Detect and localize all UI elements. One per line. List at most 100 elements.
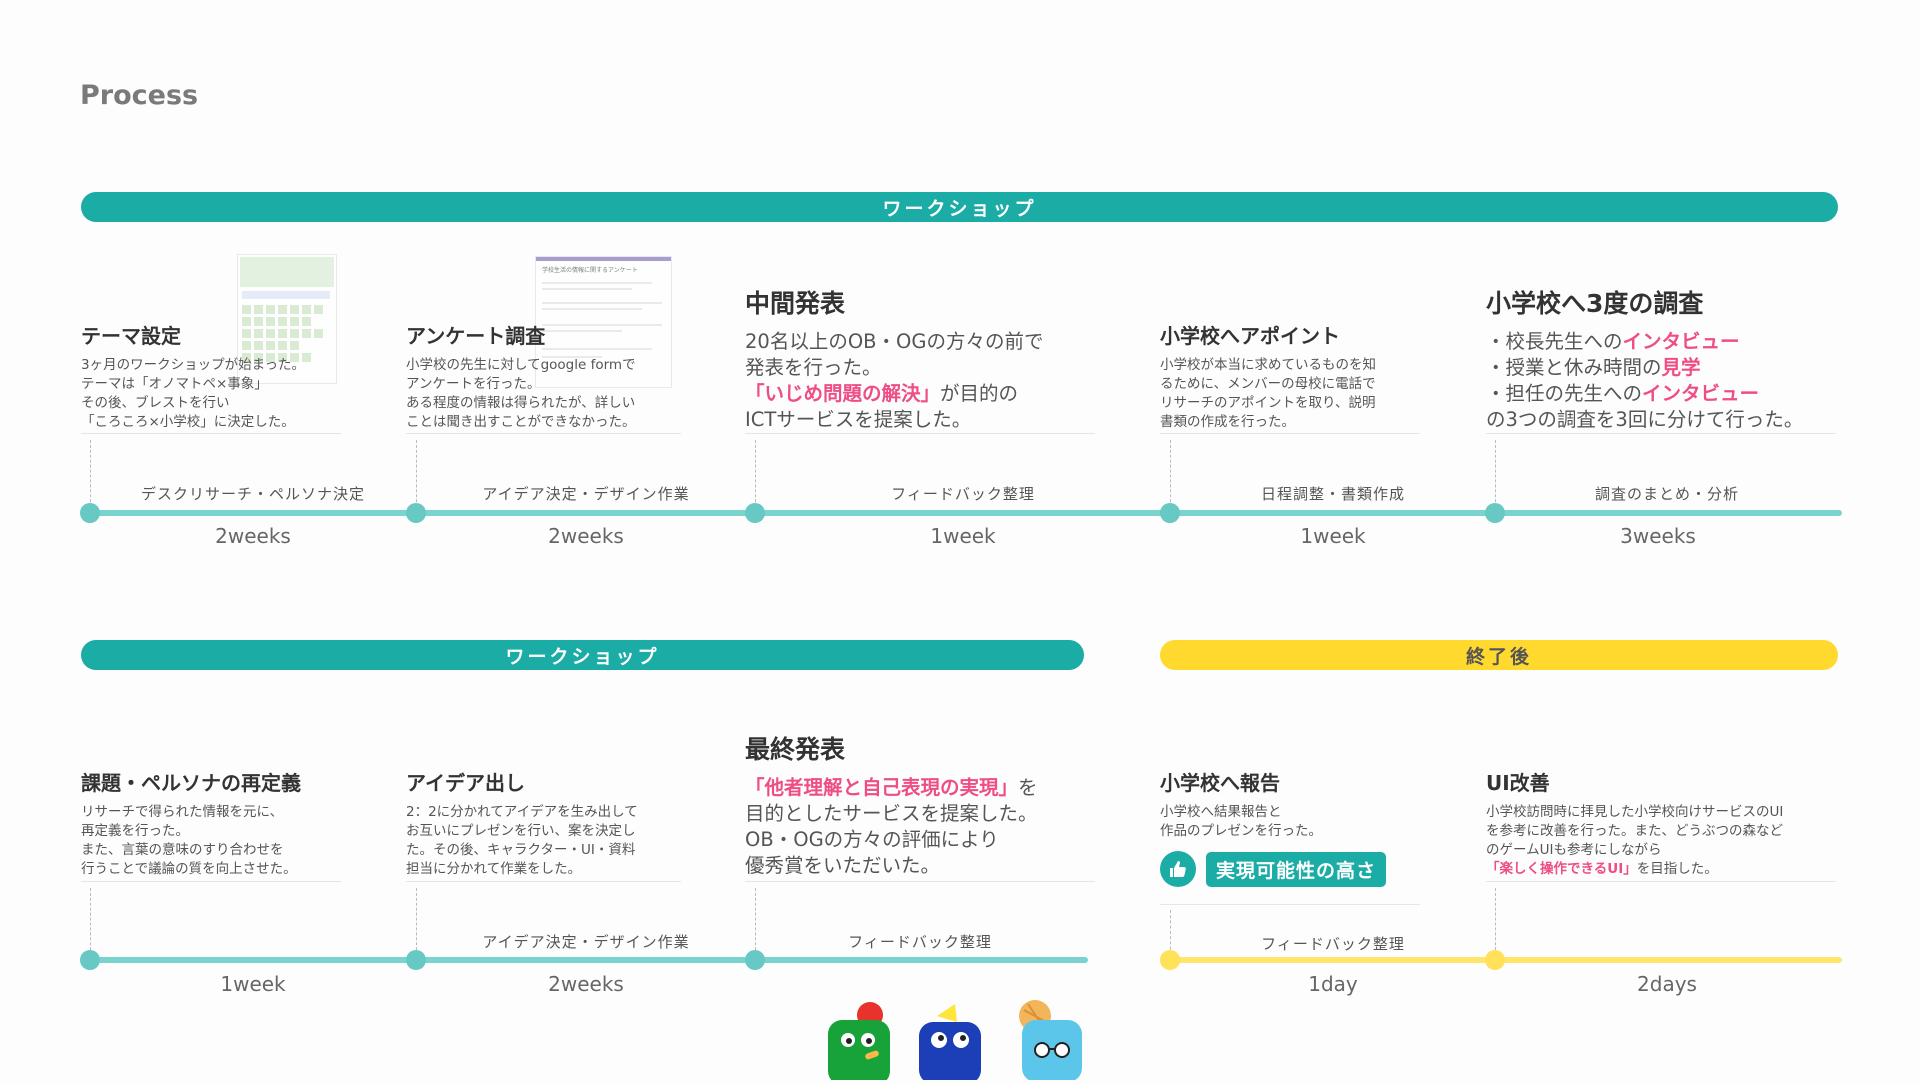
highlight-text: 「他者理解と自己表現の実現」	[745, 776, 1019, 799]
step-theme-setting: テーマ設定 3ヶ月のワークショップが始まった。 テーマは「オノマトペ×事象」 そ…	[81, 320, 305, 432]
segment-duration: 3weeks	[1620, 524, 1696, 548]
desc-text: を目指した。	[1636, 861, 1718, 877]
desc-text: が目的の	[940, 382, 1019, 405]
step-redefine-persona: 課題・ペルソナの再定義 リサーチで得られた情報を元に、 再定義を行った。 また、…	[81, 767, 301, 879]
step-title: UI改善	[1486, 771, 1550, 795]
timeline-dot	[80, 950, 100, 970]
divider	[406, 433, 681, 434]
step-final-presentation: 最終発表 「他者理解と自己表現の実現」を 目的としたサービスを提案した。 OB・…	[745, 730, 1038, 879]
divider	[1486, 433, 1836, 434]
timeline-dot	[1160, 503, 1180, 523]
desc-line: 3ヶ月のワークショップが始まった。	[81, 357, 306, 373]
segment-duration: 1day	[1308, 972, 1358, 996]
desc-line: テーマは「オノマトペ×事象」	[81, 376, 268, 392]
step-title: 課題・ペルソナの再定義	[81, 771, 301, 795]
dashed-connector	[1170, 440, 1171, 512]
desc-line: 小学校訪問時に拝見した小学校向けサービスのUI	[1486, 804, 1784, 820]
highlight-text: 「いじめ問題の解決」	[745, 382, 941, 405]
desc-line: 20名以上のOB・OGの方々の前で	[745, 330, 1044, 353]
step-title: 小学校へ報告	[1160, 771, 1280, 795]
feasibility-badge: 実現可能性の高さ	[1160, 851, 1387, 887]
desc-line: 「ころころ×小学校」に決定した。	[81, 414, 295, 430]
desc-line: ことは聞き出すことができなかった。	[406, 414, 636, 430]
divider	[745, 433, 1095, 434]
step-school-appointment: 小学校へアポイント 小学校が本当に求めているものを知 るために、メンバーの母校に…	[1160, 320, 1376, 432]
segment-duration: 1week	[220, 972, 286, 996]
desc-line: 作品のプレゼンを行った。	[1160, 823, 1322, 839]
divider	[1160, 904, 1420, 905]
highlight-text: 見学	[1661, 356, 1701, 379]
desc-text: を	[1018, 776, 1038, 799]
desc-line: 目的としたサービスを提案した。	[745, 802, 1038, 825]
step-description: 小学校の先生に対してgoogle formで アンケートを行った。 ある程度の情…	[406, 356, 636, 432]
desc-line: 再定義を行った。	[81, 823, 189, 839]
step-survey: アンケート調査 小学校の先生に対してgoogle formで アンケートを行った…	[406, 320, 636, 432]
desc-line: 小学校が本当に求めているものを知	[1160, 357, 1376, 373]
desc-line: また、言葉の意味のすり合わせを	[81, 842, 284, 858]
desc-line: のゲームUIも参考にしながら	[1486, 842, 1662, 858]
desc-text: ・校長先生への	[1486, 330, 1623, 353]
segment-duration: 2weeks	[215, 524, 291, 548]
step-ideation: アイデア出し 2：2に分かれてアイデアを生み出して お互いにプレゼンを行い、案を…	[406, 767, 638, 879]
timeline-dot	[1160, 950, 1180, 970]
step-title: テーマ設定	[81, 324, 181, 348]
desc-line: ・担任の先生へのインタビュー	[1486, 381, 1803, 407]
green-character-illustration	[820, 1000, 900, 1084]
segment-duration: 2weeks	[548, 524, 624, 548]
desc-line: ・授業と休み時間の見学	[1486, 355, 1803, 381]
highlight-text: 「楽しく操作できるUI」	[1486, 861, 1637, 877]
desc-line: を参考に改善を行った。また、どうぶつの森など	[1486, 823, 1783, 839]
lightblue-character-illustration	[1010, 998, 1090, 1084]
timeline-dot	[745, 503, 765, 523]
desc-line: アンケートを行った。	[406, 376, 541, 392]
step-description: ・校長先生へのインタビュー ・授業と休み時間の見学 ・担任の先生へのインタビュー…	[1486, 329, 1803, 433]
desc-line: ある程度の情報は得られたが、詳しい	[406, 395, 636, 411]
badge-label: 実現可能性の高さ	[1206, 851, 1387, 887]
segment-label: デスクリサーチ・ペルソナ決定	[140, 485, 366, 503]
highlight-text: インタビュー	[1642, 382, 1760, 405]
divider	[745, 881, 1095, 882]
step-ui-improvement: UI改善 小学校訪問時に拝見した小学校向けサービスのUI を参考に改善を行った。…	[1486, 767, 1783, 879]
dashed-connector	[1495, 440, 1496, 512]
step-school-report: 小学校へ報告 小学校へ結果報告と 作品のプレゼンを行った。	[1160, 767, 1322, 841]
page-title: Process	[80, 80, 199, 111]
desc-line: 「いじめ問題の解決」が目的の	[745, 381, 1044, 407]
desc-line: た。その後、キャラクター・UI・資料	[406, 842, 636, 858]
step-school-research: 小学校へ3度の調査 ・校長先生へのインタビュー ・授業と休み時間の見学 ・担任の…	[1486, 284, 1803, 433]
desc-line: ・校長先生へのインタビュー	[1486, 329, 1803, 355]
dashed-connector	[90, 440, 91, 512]
timeline-line	[90, 510, 1842, 516]
timeline-line	[1170, 957, 1842, 963]
segment-duration: 1week	[930, 524, 996, 548]
dashed-connector	[416, 440, 417, 512]
step-description: 2：2に分かれてアイデアを生み出して お互いにプレゼンを行い、案を決定し た。そ…	[406, 803, 638, 879]
phase-band-workshop-2: ワークショップ	[81, 640, 1084, 670]
step-title: 小学校へアポイント	[1160, 324, 1340, 348]
step-title: アイデア出し	[406, 771, 525, 795]
desc-line: 書類の作成を行った。	[1160, 414, 1295, 430]
segment-label: フィードバック整理	[1261, 935, 1405, 953]
desc-line: リサーチで得られた情報を元に、	[81, 804, 284, 820]
timeline-dot	[406, 950, 426, 970]
phase-band-workshop-1: ワークショップ	[81, 192, 1838, 222]
desc-text: ・担任の先生への	[1486, 382, 1643, 405]
step-description: 小学校へ結果報告と 作品のプレゼンを行った。	[1160, 803, 1322, 841]
desc-line: 優秀賞をいただいた。	[745, 854, 941, 877]
segment-label: アイデア決定・デザイン作業	[482, 485, 690, 503]
step-title: アンケート調査	[406, 324, 546, 348]
step-description: 3ヶ月のワークショップが始まった。 テーマは「オノマトペ×事象」 その後、ブレス…	[81, 356, 305, 432]
step-title: 最終発表	[745, 735, 846, 764]
segment-label: 調査のまとめ・分析	[1594, 485, 1740, 503]
desc-line: の3つの調査を3回に分けて行った。	[1486, 408, 1804, 431]
segment-label: アイデア決定・デザイン作業	[482, 933, 690, 951]
desc-line: 「楽しく操作できるUI」を目指した。	[1486, 860, 1783, 879]
phase-band-after: 終了後	[1160, 640, 1838, 670]
desc-line: 「他者理解と自己表現の実現」を	[745, 775, 1038, 801]
step-midterm-presentation: 中間発表 20名以上のOB・OGの方々の前で 発表を行った。 「いじめ問題の解決…	[745, 284, 1044, 433]
step-title: 中間発表	[745, 289, 846, 318]
desc-line: OB・OGの方々の評価により	[745, 828, 999, 851]
step-description: 「他者理解と自己表現の実現」を 目的としたサービスを提案した。 OB・OGの方々…	[745, 775, 1038, 879]
desc-line: その後、ブレストを行い	[81, 395, 230, 411]
segment-label: フィードバック整理	[891, 485, 1035, 503]
divider	[81, 433, 341, 434]
